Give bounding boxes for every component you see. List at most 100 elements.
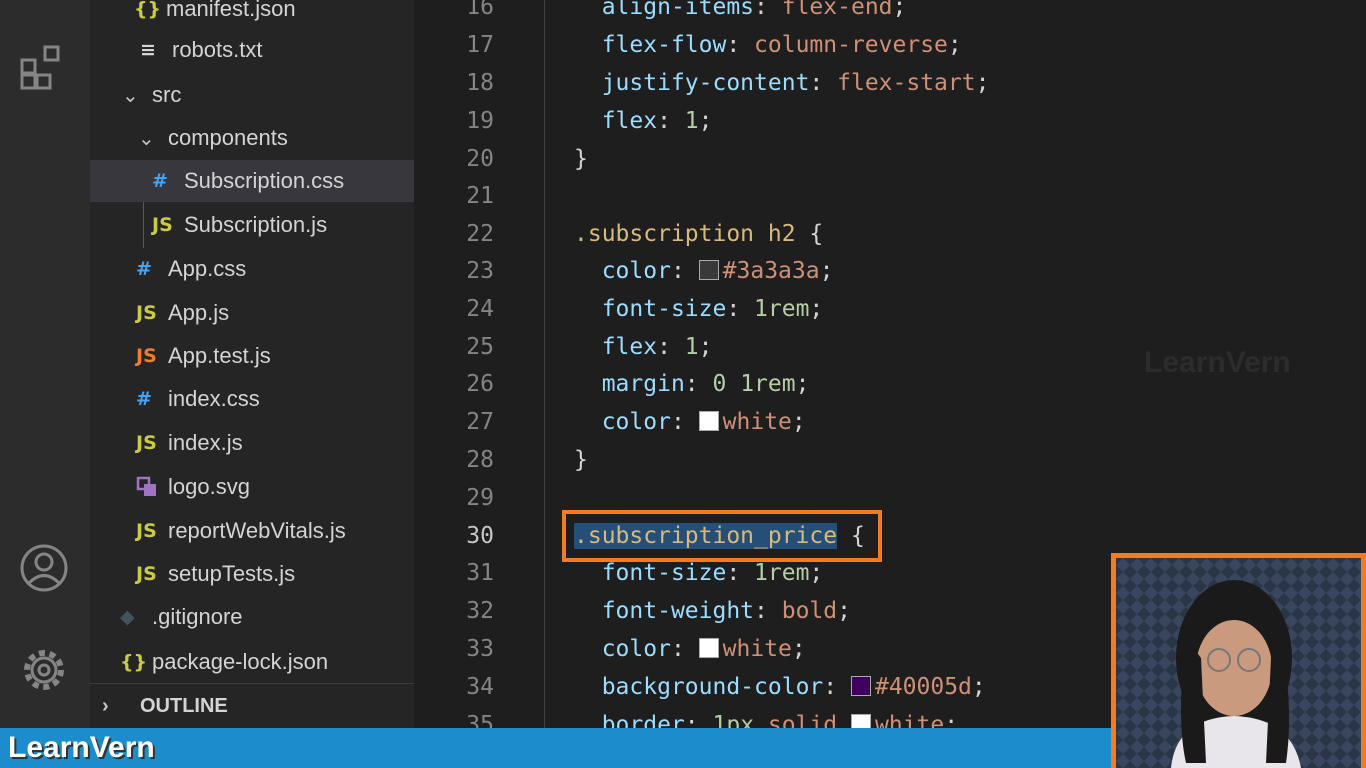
code-line: margin: 0 1rem;	[601, 371, 810, 397]
line-number: 27	[466, 409, 494, 435]
line-number: 24	[466, 296, 494, 322]
webcam-feed	[1116, 558, 1361, 768]
file-label: logo.svg	[168, 474, 250, 499]
line-number: 29	[466, 485, 494, 511]
color-swatch[interactable]	[698, 638, 719, 658]
file-logo-svg[interactable]: logo.svg	[90, 466, 460, 508]
color-swatch[interactable]	[850, 676, 871, 696]
code-line: }	[574, 447, 588, 473]
color-swatch[interactable]	[851, 714, 872, 728]
chevron-right-icon: ›	[102, 695, 109, 717]
code-line: color: #3a3a3a;	[601, 258, 834, 284]
account-icon[interactable]	[18, 542, 70, 594]
code-line: .subscription h2 {	[574, 221, 824, 247]
file-label: App.test.js	[168, 343, 271, 368]
outline-label: OUTLINE	[140, 695, 228, 717]
git-file-icon: ◆	[120, 606, 135, 628]
line-number: 18	[466, 70, 494, 96]
line-number: 34	[466, 674, 494, 700]
outline-section-header[interactable]: › OUTLINE	[90, 683, 414, 729]
file-label: index.css	[168, 386, 260, 411]
code-line: flex: 1;	[601, 108, 713, 134]
line-number: 35	[466, 712, 494, 728]
file-label: .gitignore	[152, 604, 243, 629]
file-manifest-json[interactable]: {} manifest.json	[90, 0, 458, 30]
file-label: Subscription.css	[184, 168, 345, 193]
line-number: 23	[466, 258, 494, 284]
line-number: 17	[466, 32, 494, 58]
activity-bar	[0, 0, 90, 728]
file-package-lock-json[interactable]: {} package-lock.json	[90, 641, 444, 683]
js-file-icon: JS	[152, 214, 173, 236]
js-file-icon: JS	[136, 432, 157, 454]
chevron-down-icon: ⌄	[122, 84, 139, 107]
js-test-file-icon: JS	[136, 345, 157, 367]
file-label: App.css	[168, 256, 247, 281]
folder-src[interactable]: ⌄ src	[90, 74, 446, 116]
folder-label: components	[168, 125, 288, 150]
css-file-icon: #	[136, 388, 152, 410]
line-number: 21	[466, 183, 494, 209]
file-index-css[interactable]: # index.css	[90, 378, 460, 420]
watermark: LearnVern	[1144, 346, 1291, 379]
file-label: setupTests.js	[168, 561, 296, 586]
js-file-icon: JS	[136, 302, 157, 324]
css-file-icon: #	[152, 170, 168, 192]
extensions-icon[interactable]	[18, 42, 70, 94]
css-file-icon: #	[136, 258, 152, 280]
indent-guide	[544, 0, 545, 728]
line-number: 20	[466, 146, 494, 172]
file-label: index.js	[168, 430, 243, 455]
line-number: 28	[466, 447, 494, 473]
file-gitignore[interactable]: ◆ .gitignore	[90, 596, 444, 638]
svg-file-icon	[136, 476, 168, 498]
code-line: }	[574, 146, 588, 172]
file-label: robots.txt	[172, 37, 263, 62]
folder-components[interactable]: ⌄ components	[90, 117, 462, 159]
json-file-icon: {}	[134, 0, 162, 20]
file-label: reportWebVitals.js	[168, 518, 346, 543]
line-number: 25	[466, 334, 494, 360]
file-index-js[interactable]: JS index.js	[90, 422, 460, 464]
color-swatch[interactable]	[698, 260, 719, 280]
file-label: package-lock.json	[152, 649, 329, 674]
line-number: 31	[466, 560, 494, 586]
presenter-webcam	[1111, 553, 1366, 768]
color-swatch[interactable]	[698, 411, 719, 431]
file-app-css[interactable]: # App.css	[90, 248, 460, 290]
js-file-icon: JS	[136, 563, 157, 585]
file-report-web-vitals-js[interactable]: JS reportWebVitals.js	[90, 510, 460, 552]
file-label: App.js	[168, 300, 230, 325]
code-line: flex-flow: column-reverse;	[601, 32, 962, 58]
code-line: font-size: 1rem;	[601, 296, 824, 322]
code-line: flex: 1;	[601, 334, 713, 360]
code-line: font-size: 1rem;	[601, 560, 824, 586]
line-number: 26	[466, 371, 494, 397]
file-label: manifest.json	[166, 0, 296, 21]
folder-label: src	[152, 82, 182, 107]
file-robots-txt[interactable]: ≡ robots.txt	[90, 29, 464, 71]
file-app-js[interactable]: JS App.js	[90, 292, 460, 334]
explorer-sidebar: {} manifest.json ≡ robots.txt ⌄ src ⌄ co…	[90, 0, 476, 728]
json-file-icon: {}	[120, 651, 148, 673]
brand-logo: LearnVern	[8, 731, 155, 764]
line-number: 33	[466, 636, 494, 662]
settings-gear-icon[interactable]	[18, 644, 70, 696]
line-number-active: 30	[466, 523, 494, 549]
code-line: align-items: flex-end;	[601, 0, 907, 20]
file-label: Subscription.js	[184, 212, 328, 237]
code-line: font-weight: bold;	[601, 598, 851, 624]
text-file-icon: ≡	[140, 39, 156, 61]
js-file-icon: JS	[136, 520, 157, 542]
highlight-annotation-box	[562, 510, 882, 562]
chevron-down-icon: ⌄	[138, 127, 155, 150]
code-line: background-color: #40005d;	[601, 674, 986, 700]
line-number: 16	[466, 0, 494, 20]
code-line: border: 1px solid white;	[574, 712, 958, 728]
file-app-test-js[interactable]: JS App.test.js	[90, 335, 460, 377]
code-line: justify-content: flex-start;	[601, 70, 990, 96]
file-setup-tests-js[interactable]: JS setupTests.js	[90, 553, 460, 595]
line-number: 22	[466, 221, 494, 247]
code-line: color: white;	[601, 636, 806, 662]
line-number: 19	[466, 108, 494, 134]
